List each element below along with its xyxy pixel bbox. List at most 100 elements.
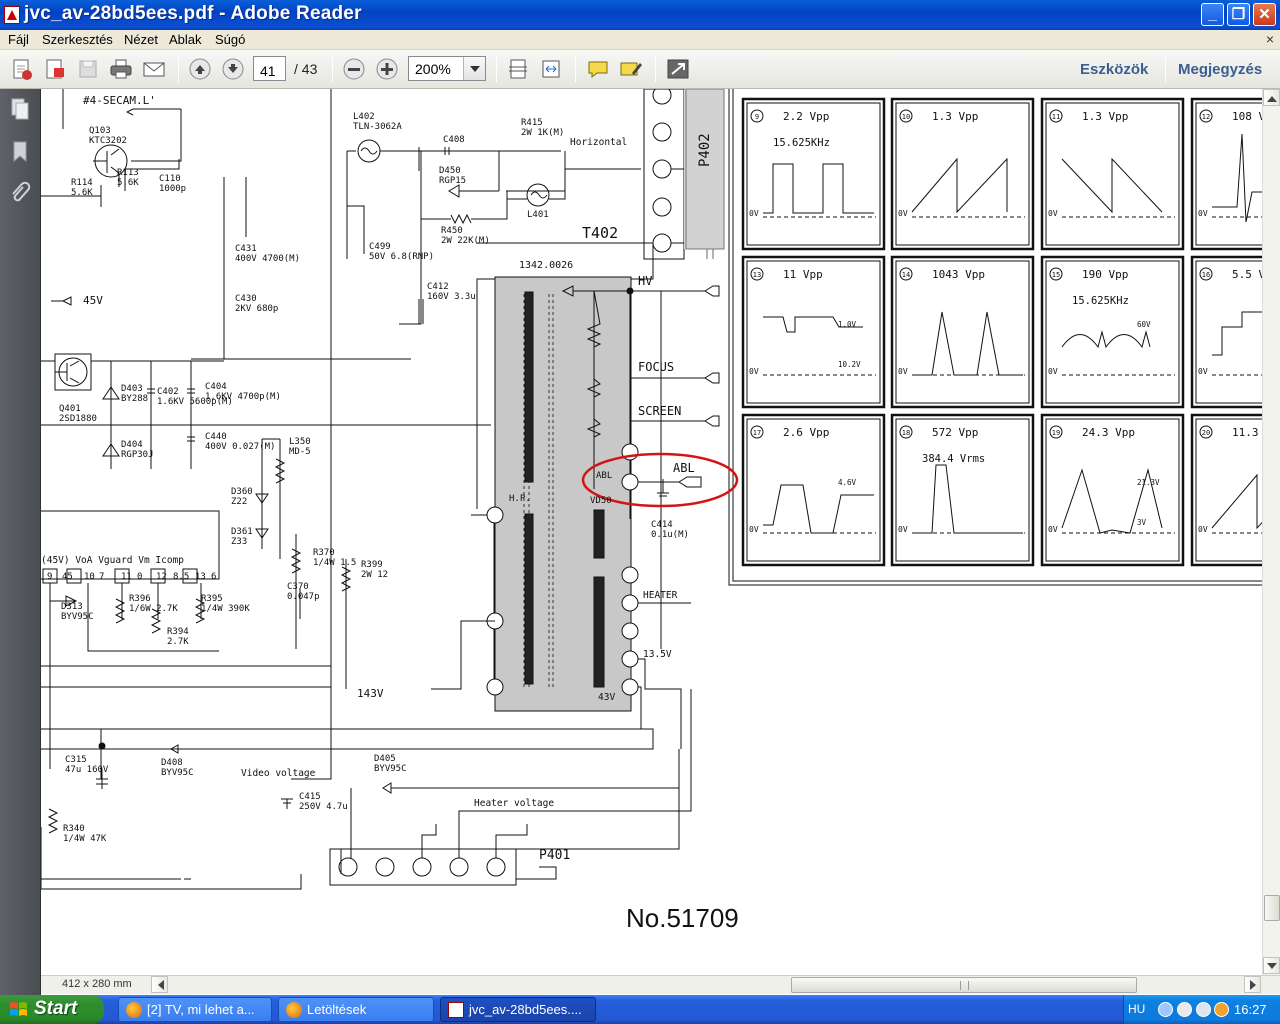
component-value: 400V 0.027(M): [205, 442, 275, 452]
rail-45v-label: 45V: [83, 294, 103, 307]
scroll-left-button[interactable]: [151, 976, 168, 993]
waveform-level-label: 3V: [1137, 518, 1147, 527]
menu-file[interactable]: Fájl: [8, 32, 29, 47]
scroll-right-button[interactable]: [1244, 976, 1261, 993]
waveform-amplitude: 11 Vpp: [783, 268, 823, 281]
print-button[interactable]: [108, 57, 134, 81]
tools-pane-button[interactable]: Eszközök: [1080, 61, 1148, 78]
comment-icon: [588, 61, 608, 79]
component-ref: D361: [231, 527, 253, 537]
menu-edit[interactable]: Szerkesztés: [42, 32, 113, 47]
horizontal-scroll-thumb[interactable]: [791, 977, 1137, 993]
full-screen-button[interactable]: [665, 57, 691, 81]
waveform-panel: 10 1.3 Vpp 0V: [890, 97, 1035, 251]
component-ref: D360: [231, 487, 253, 497]
arrow-right-icon: [1250, 980, 1261, 990]
restore-button[interactable]: ❐: [1227, 3, 1250, 26]
waveform-zero-label: 0V: [898, 209, 908, 218]
start-button[interactable]: Start: [0, 995, 104, 1024]
taskbar-item-label: Letöltések: [307, 1002, 367, 1017]
waveform-amplitude: 1.3 Vpp: [1082, 110, 1128, 123]
menu-window[interactable]: Ablak: [169, 32, 202, 47]
component-value: 50V 6.8(RNP): [369, 252, 434, 262]
scroll-down-button[interactable]: [1263, 957, 1280, 974]
waveform-amplitude: 2.2 Vpp: [783, 110, 829, 123]
email-button[interactable]: [141, 57, 167, 81]
tray-app-icon[interactable]: [1214, 1002, 1229, 1017]
zoom-out-button[interactable]: [341, 57, 367, 81]
previous-page-button[interactable]: [187, 57, 213, 81]
attachments-panel-button[interactable]: [8, 181, 32, 207]
waveform-amplitude: 1.3 Vpp: [932, 110, 978, 123]
highlight-button[interactable]: [618, 57, 644, 81]
screen-label: SCREEN: [638, 404, 681, 418]
collaborate-button[interactable]: [42, 57, 68, 81]
ic-pin-number: 7: [99, 572, 104, 582]
document-view[interactable]: 9 2.2 Vpp 15.625KHz 0V 10 1.3 Vpp 0V 11 1.3 Vpp 0…: [41, 89, 1262, 975]
component-value: 2W 12: [361, 570, 388, 580]
fit-page-button[interactable]: [505, 57, 531, 81]
minimize-button[interactable]: _: [1201, 3, 1224, 26]
waveform-zero-label: 0V: [749, 525, 759, 534]
component-value: TLN-3062A: [353, 122, 402, 132]
fit-width-button[interactable]: [538, 57, 564, 81]
close-button[interactable]: ✕: [1253, 3, 1276, 26]
display-icon[interactable]: [1196, 1002, 1211, 1017]
menu-help[interactable]: Súgó: [215, 32, 245, 47]
taskbar-item-downloads[interactable]: Letöltések: [278, 997, 434, 1022]
bookmarks-panel-button[interactable]: [8, 139, 32, 165]
sticky-note-button[interactable]: [585, 57, 611, 81]
zoom-select[interactable]: 200%: [408, 56, 486, 81]
waveform-amplitude: 24.3 Vpp: [1082, 426, 1135, 439]
taskbar-item-firefox-forum[interactable]: [2] TV, mi lehet a...: [118, 997, 272, 1022]
waveform-panel: 17 2.6 Vpp 0V 4.6V: [741, 413, 886, 567]
component-value: 160V 3.3u: [427, 292, 476, 302]
waveform-amplitude: 1043 Vpp: [932, 268, 985, 281]
next-page-button[interactable]: [220, 57, 246, 81]
pages-icon: [11, 98, 29, 120]
comment-pane-button[interactable]: Megjegyzés: [1178, 61, 1262, 78]
component-value: 1/4W 390K: [201, 604, 250, 614]
component-value: BYV95C: [61, 612, 94, 622]
component-ref: D405: [374, 754, 396, 764]
ic-pin-number: 11: [121, 572, 132, 582]
waveform-number: 19: [1052, 429, 1060, 437]
vertical-scrollbar[interactable]: [1262, 89, 1280, 975]
menu-view[interactable]: Nézet: [124, 32, 158, 47]
pages-panel-button[interactable]: [8, 97, 32, 123]
chevron-down-icon[interactable]: [463, 57, 485, 80]
arrow-up-icon: [189, 58, 211, 80]
waveform-panel: 19 24.3 Vpp 0V 21.3V 3V: [1040, 413, 1185, 567]
taskbar-item-adobe-reader[interactable]: jvc_av-28bd5ees....: [440, 997, 596, 1022]
waveform-number: 9: [755, 113, 759, 121]
toolbar-separator: [1165, 56, 1166, 82]
component-ref: C110: [159, 174, 181, 184]
page-number-input[interactable]: [253, 56, 286, 81]
volume-icon[interactable]: [1177, 1002, 1192, 1017]
language-indicator[interactable]: HU: [1128, 1002, 1145, 1016]
zoom-value: 200%: [415, 61, 451, 77]
waveform-panel: 20 11.3 0V: [1190, 413, 1262, 567]
component-value: RGP30J: [121, 450, 154, 460]
save-button[interactable]: [75, 57, 101, 81]
component-value: 0.047p: [287, 592, 320, 602]
component-ref: L401: [527, 210, 549, 220]
waveform-panel: 14 1043 Vpp 0V: [890, 255, 1035, 409]
component-ref: Q103: [89, 126, 111, 136]
waveform-panel: 18 572 Vpp 384.4 Vrms 0V: [890, 413, 1035, 567]
component-value: BYV95C: [161, 768, 194, 778]
scroll-up-button[interactable]: [1263, 89, 1280, 106]
network-icon[interactable]: [1158, 1002, 1173, 1017]
waveform-level-label: 4.6V: [838, 478, 857, 487]
create-pdf-button[interactable]: [9, 57, 35, 81]
signal-label: #4-SECAM.L': [83, 94, 156, 107]
waveform-amplitude: 108 V: [1232, 110, 1262, 123]
expand-icon: [667, 59, 689, 79]
waveform-number: 12: [1202, 113, 1210, 121]
waveform-panel: 13 11 Vpp 0V 1.0V 10.2V: [741, 255, 886, 409]
close-document-icon[interactable]: ×: [1266, 31, 1274, 47]
component-value: 5.6K: [71, 188, 93, 198]
vertical-scroll-thumb[interactable]: [1264, 895, 1280, 921]
waveform-number: 15: [1052, 271, 1060, 279]
zoom-in-button[interactable]: [374, 57, 400, 81]
